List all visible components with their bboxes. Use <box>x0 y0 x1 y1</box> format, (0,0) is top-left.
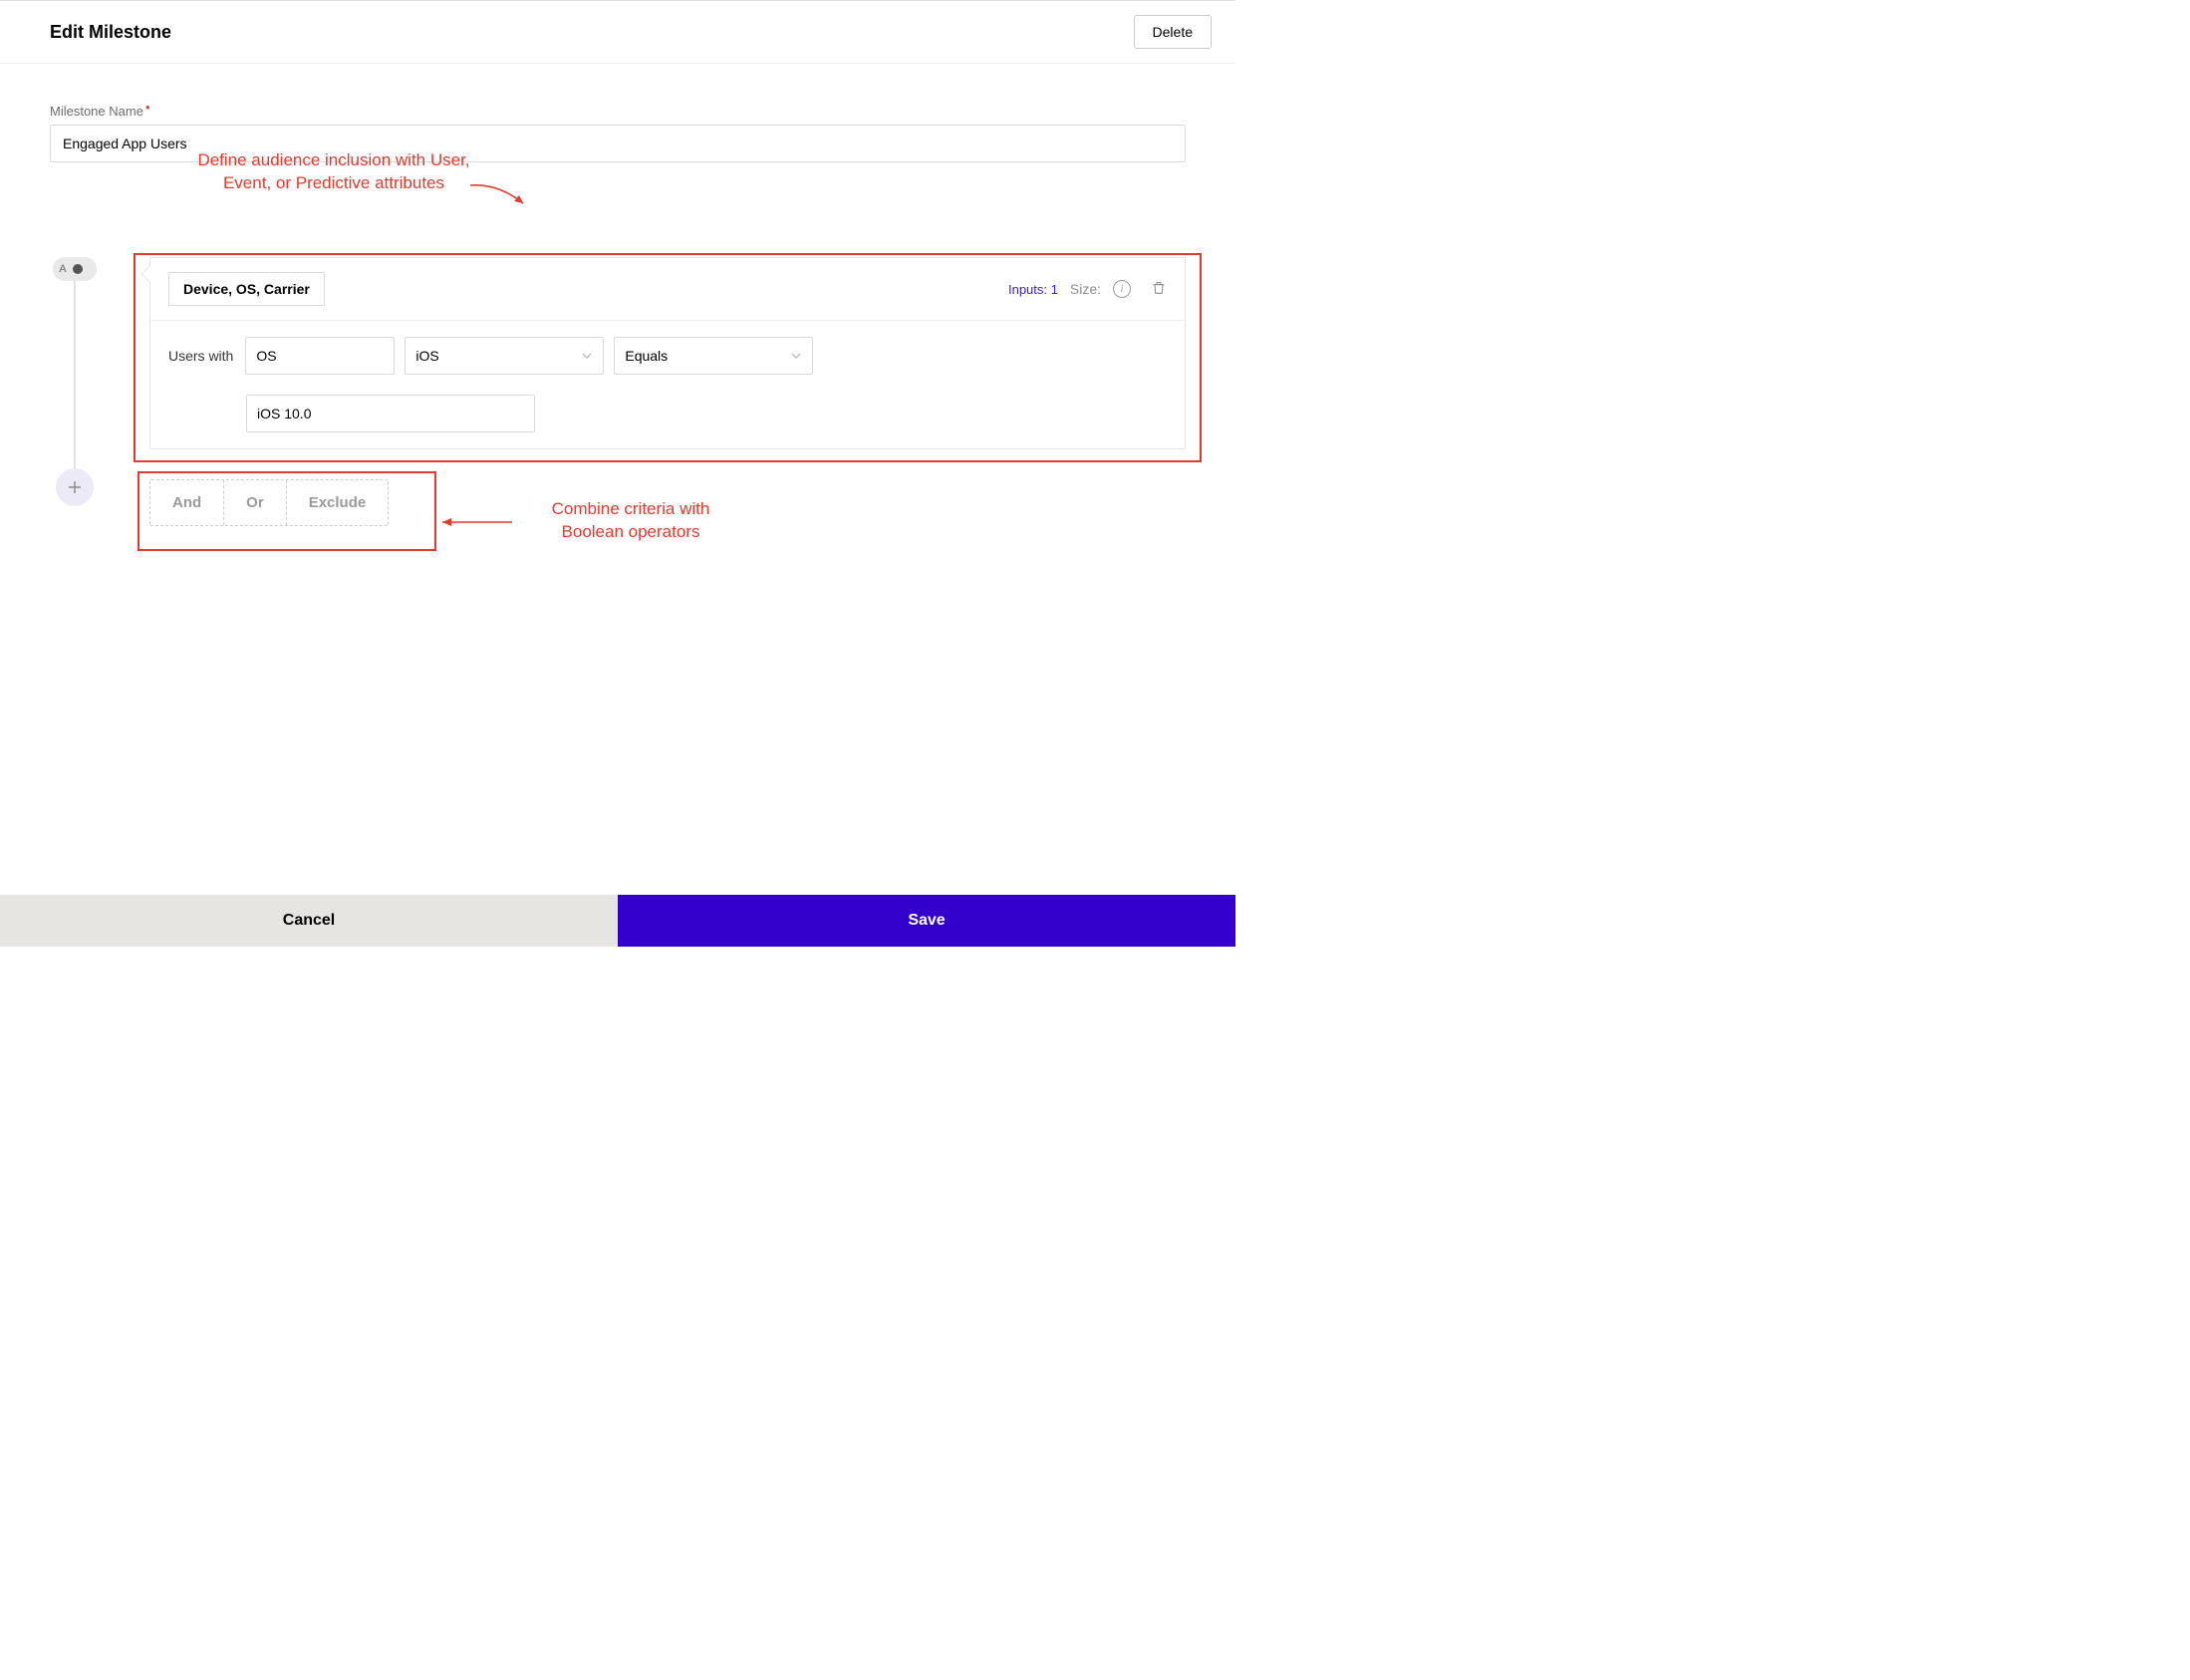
content-area: Milestone Name• Define audience inclusio… <box>0 64 1235 526</box>
operator-select-value: Equals <box>625 348 668 364</box>
required-indicator: • <box>145 100 150 115</box>
save-button[interactable]: Save <box>618 895 1235 947</box>
group-dot-icon <box>73 264 83 274</box>
field-select[interactable]: OS <box>245 337 395 375</box>
add-group-button[interactable] <box>56 468 94 506</box>
rail-line <box>74 281 76 470</box>
delete-button[interactable]: Delete <box>1134 15 1212 49</box>
trash-icon <box>1151 279 1167 297</box>
criteria-card: Device, OS, Carrier Inputs: 1 Size: i <box>149 257 1186 449</box>
info-icon[interactable]: i <box>1113 280 1131 298</box>
value-type-select[interactable]: iOS <box>405 337 604 375</box>
value-input-value: iOS 10.0 <box>257 406 311 421</box>
footer-bar: Cancel Save <box>0 895 1235 947</box>
edit-milestone-window: Edit Milestone Delete Milestone Name• De… <box>0 0 1235 947</box>
criteria-size-label: Size: <box>1070 281 1101 297</box>
criteria-area: Device, OS, Carrier Inputs: 1 Size: i <box>114 257 1186 526</box>
criteria-card-header: Device, OS, Carrier Inputs: 1 Size: i <box>150 258 1185 321</box>
page-title: Edit Milestone <box>50 22 171 43</box>
cancel-button[interactable]: Cancel <box>0 895 618 947</box>
annotation-inclusion-text: Define audience inclusion with User, Eve… <box>164 149 503 195</box>
annotation-inclusion: Define audience inclusion with User, Eve… <box>164 149 503 195</box>
criteria-builder: A Device, OS, Carrier Inputs: <box>50 257 1186 526</box>
delete-criteria-button[interactable] <box>1151 279 1167 300</box>
chevron-down-icon <box>581 350 593 362</box>
criteria-card-body: Users with OS iOS Equals <box>150 321 1185 448</box>
milestone-name-label-text: Milestone Name <box>50 104 143 119</box>
milestone-name-label: Milestone Name• <box>50 104 1186 119</box>
value-input[interactable]: iOS 10.0 <box>246 395 535 432</box>
operator-select[interactable]: Equals <box>614 337 813 375</box>
annotation-combine: Combine criteria with Boolean operators <box>506 498 755 544</box>
value-type-select-value: iOS <box>415 348 438 364</box>
annotation-highlight-box <box>137 471 436 551</box>
plus-icon <box>67 479 83 495</box>
criteria-type-chip[interactable]: Device, OS, Carrier <box>168 272 325 306</box>
chevron-down-icon <box>790 350 802 362</box>
criteria-rail: A <box>50 257 100 506</box>
group-indicator[interactable]: A <box>53 257 97 281</box>
criteria-body-label: Users with <box>168 348 233 364</box>
inputs-count-link[interactable]: Inputs: 1 <box>1008 282 1058 297</box>
annotation-combine-text: Combine criteria with Boolean operators <box>506 498 755 544</box>
group-letter: A <box>59 263 67 275</box>
top-bar: Edit Milestone Delete <box>0 1 1235 64</box>
field-select-value: OS <box>256 348 276 364</box>
